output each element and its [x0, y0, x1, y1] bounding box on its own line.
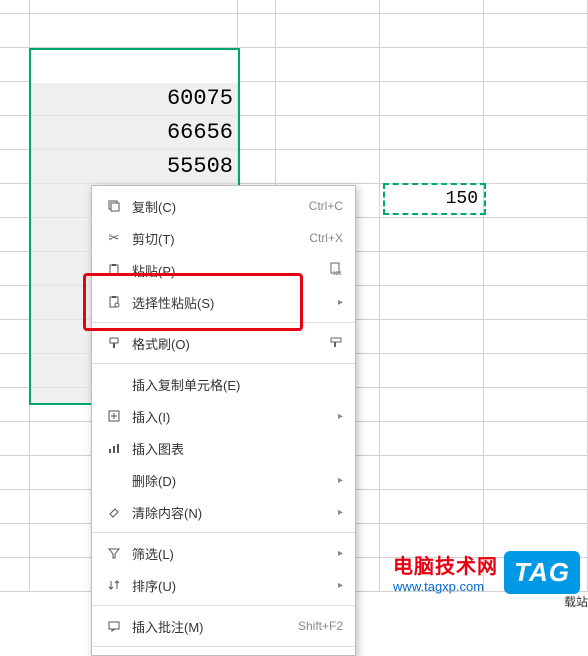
- menu-label: 清除内容(N): [124, 503, 330, 522]
- menu-insert-copied[interactable]: 插入复制单元格(E): [92, 368, 355, 400]
- menu-label: 插入复制单元格(E): [124, 375, 343, 394]
- cell-value[interactable]: 55508: [33, 154, 233, 179]
- copy-icon: [104, 199, 124, 213]
- menu-shortcut: Ctrl+X: [309, 231, 343, 245]
- chevron-right-icon: ▸: [330, 507, 343, 518]
- menu-label: 粘贴(P): [124, 261, 329, 280]
- menu-delete[interactable]: 删除(D) ▸: [92, 464, 355, 496]
- menu-sort[interactable]: 排序(U) ▸: [92, 569, 355, 601]
- menu-paste-special[interactable]: 选择性粘贴(S) ▸: [92, 286, 355, 318]
- menu-label: 排序(U): [124, 576, 330, 595]
- menu-filter[interactable]: 筛选(L) ▸: [92, 537, 355, 569]
- menu-clear[interactable]: 清除内容(N) ▸: [92, 496, 355, 528]
- menu-shortcut: Ctrl+C: [309, 199, 343, 213]
- menu-label: 插入批注(M): [124, 617, 298, 636]
- separator: [92, 322, 355, 323]
- menu-insert[interactable]: 插入(I) ▸: [92, 400, 355, 432]
- marquee-cell[interactable]: 150: [383, 183, 486, 215]
- paste-123-icon: 123: [329, 262, 343, 279]
- svg-text:123: 123: [333, 271, 342, 276]
- separator: [92, 646, 355, 647]
- sort-icon: [104, 578, 124, 592]
- menu-label: 删除(D): [124, 471, 330, 490]
- menu-insert-comment[interactable]: 插入批注(M) Shift+F2: [92, 610, 355, 642]
- chevron-right-icon: ▸: [330, 580, 343, 591]
- menu-cut[interactable]: ✂ 剪切(T) Ctrl+X: [92, 222, 355, 254]
- chevron-right-icon: ▸: [330, 475, 343, 486]
- watermark-tag: TAG: [504, 551, 580, 594]
- separator: [92, 532, 355, 533]
- eraser-icon: [104, 505, 124, 519]
- menu-label: 格式刷(O): [124, 334, 329, 353]
- watermark-dl: 载站: [564, 593, 588, 610]
- separator: [92, 605, 355, 606]
- chart-icon: [104, 441, 124, 455]
- menu-paste[interactable]: 粘贴(P) 123: [92, 254, 355, 286]
- comment-icon: [104, 619, 124, 633]
- menu-copy[interactable]: 复制(C) Ctrl+C: [92, 190, 355, 222]
- menu-insert-chart[interactable]: 插入图表: [92, 432, 355, 464]
- menu-shortcut: Shift+F2: [298, 619, 343, 633]
- menu-label: 复制(C): [124, 197, 309, 216]
- chevron-right-icon: ▸: [330, 411, 343, 422]
- filter-icon: [104, 546, 124, 560]
- marquee-value: 150: [446, 189, 478, 209]
- cell-value[interactable]: 60075: [33, 86, 233, 111]
- chevron-right-icon: ▸: [330, 548, 343, 559]
- menu-label: 插入图表: [124, 439, 343, 458]
- format-icon: [329, 335, 343, 352]
- insert-icon: [104, 409, 124, 423]
- paste-special-icon: [104, 295, 124, 309]
- separator: [92, 363, 355, 364]
- menu-label: 剪切(T): [124, 229, 309, 248]
- context-menu: 复制(C) Ctrl+C ✂ 剪切(T) Ctrl+X 粘贴(P) 123 选择…: [91, 185, 356, 656]
- format-painter-icon: [104, 336, 124, 350]
- cut-icon: ✂: [104, 230, 124, 246]
- paste-icon: [104, 263, 124, 277]
- watermark: 电脑技术网 www.tagxp.com TAG: [393, 550, 580, 594]
- chevron-right-icon: ▸: [330, 297, 343, 308]
- menu-format-painter[interactable]: 格式刷(O): [92, 327, 355, 359]
- watermark-url: www.tagxp.com: [393, 579, 498, 594]
- menu-label: 筛选(L): [124, 544, 330, 563]
- cell-value[interactable]: 66656: [33, 120, 233, 145]
- menu-label: 选择性粘贴(S): [124, 293, 330, 312]
- watermark-title: 电脑技术网: [393, 550, 498, 579]
- menu-label: 插入(I): [124, 407, 330, 426]
